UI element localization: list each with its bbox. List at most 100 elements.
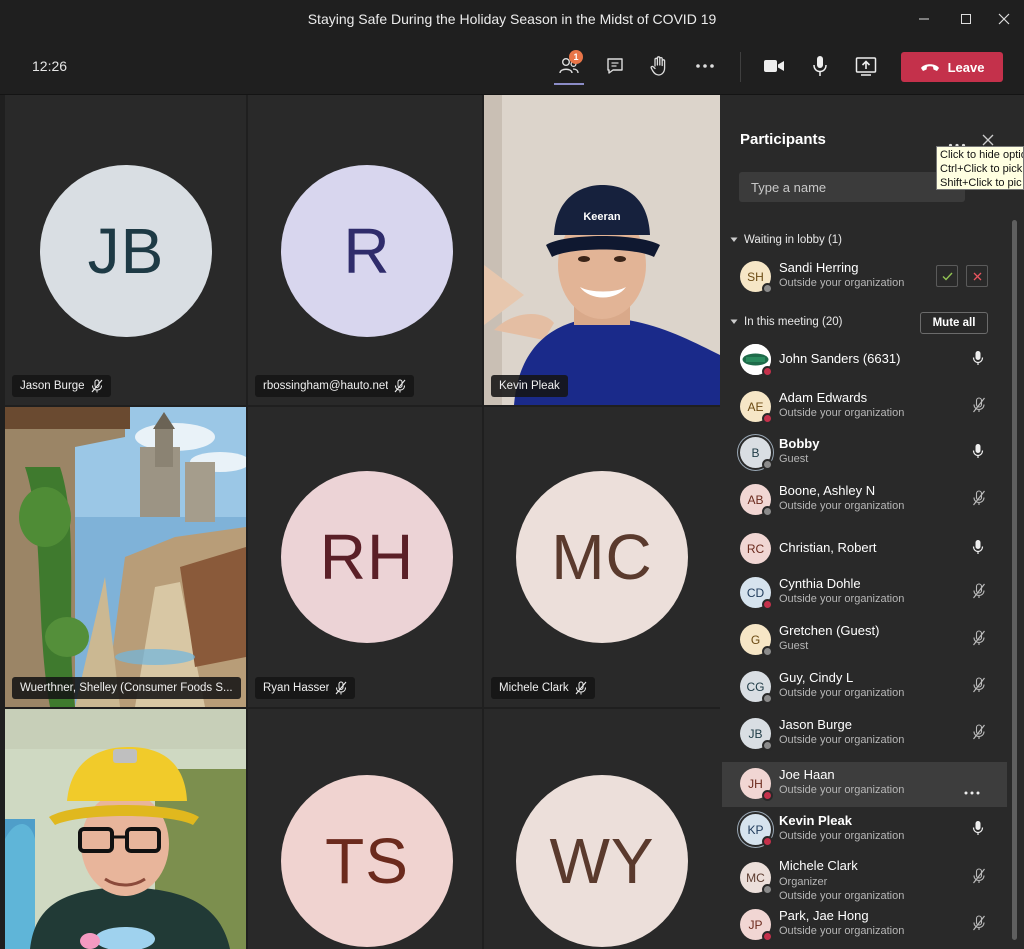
participant-mic-status [972,630,986,651]
participant-row[interactable]: AB Boone, Ashley N Outside your organizati… [722,478,1007,523]
video-tile-jason-burge[interactable]: JB Jason Burge [5,95,246,405]
tile-name-label: Jason Burge [12,375,111,397]
avatar-initials: RH [319,521,415,593]
video-tile-wy[interactable]: WY [484,709,720,949]
presence-status [762,836,773,847]
participant-subtitle: Outside your organization [779,593,905,605]
microphone-icon [813,56,827,76]
participant-name: Park, Jae Hong [779,908,869,923]
participant-row[interactable]: CD Cynthia Dohle Outside your organization [722,571,1007,616]
participant-row[interactable]: JB Jason Burge Outside your organization [722,712,1007,757]
microphone-icon [972,821,984,835]
participant-row[interactable]: CG Guy, Cindy L Outside your organization [722,665,1007,710]
minimize-button[interactable] [910,8,938,30]
participant-row[interactable]: AE Adam Edwards Outside your organization [722,385,1007,430]
tile-name-label: rbossingham@hauto.net [255,375,415,397]
microphone-icon [972,444,984,458]
window-title: Staying Safe During the Holiday Season i… [307,11,717,27]
mic-muted-icon [973,677,985,693]
participant-row[interactable]: KP Kevin Pleak Outside your organization [722,808,1007,853]
participant-row[interactable]: John Sanders (6631) [722,338,1007,383]
options-tooltip: Click to hide optio Ctrl+Click to pick S… [936,146,1024,190]
panel-scrollbar[interactable] [1012,220,1017,940]
participant-row[interactable]: JH Joe Haan Outside your organization [722,762,1007,807]
video-tile-kevin-pleak[interactable]: Keeran Kevin Pleak [484,95,720,405]
participant-avatar: JB [740,718,773,751]
share-content-button[interactable] [850,50,882,82]
participant-subtitle: Outside your organization [779,830,905,842]
participant-name: Joe Haan [779,767,835,782]
avatar-initials: MC [746,870,765,885]
participant-row[interactable]: B Bobby Guest [722,431,1007,476]
mute-all-button[interactable]: Mute all [920,312,988,334]
checkmark-icon [942,272,953,281]
meeting-section-header[interactable]: In this meeting (20) [730,316,842,328]
video-tile-rbossingham[interactable]: R rbossingham@hauto.net [248,95,482,405]
meeting-section-label: In this meeting (20) [744,316,843,328]
participant-name: Adam Edwards [779,390,868,405]
presence-status [762,884,773,895]
participant-subtitle: Outside your organization [779,925,905,937]
participant-mic-status [972,724,986,745]
participants-panel: Participants Waiting in lobby (1) SH San… [720,95,1024,949]
video-tile-hardhat-participant[interactable] [5,709,246,949]
deny-button[interactable] [966,265,988,287]
participant-mic-status [972,350,984,371]
avatar-initials: JB [748,726,763,741]
participant-name: Michele Clark [779,858,858,873]
participant-avatar: JH [740,768,773,801]
mic-muted-icon [395,379,406,393]
video-tile-ryan-hasser[interactable]: RH Ryan Hasser [248,407,482,707]
camera-button[interactable] [758,50,790,82]
participant-mic-status [972,539,984,560]
panel-title: Participants [740,131,826,148]
tile-name-label: Ryan Hasser [255,677,356,699]
mic-muted-icon [973,915,985,931]
avatar-initials: KP [747,822,764,837]
close-window-button[interactable] [990,8,1018,30]
more-actions-button[interactable] [689,50,721,82]
admit-button[interactable] [936,265,958,287]
mic-muted-icon [575,681,587,695]
avatar-initials: SH [747,269,764,284]
lobby-participant-row[interactable]: SH Sandi Herring Outside your organizati… [722,255,1007,300]
participant-row[interactable]: JP Park, Jae Hong Outside your organizatio… [722,903,1007,948]
svg-text:Keeran: Keeran [583,211,621,223]
tile-avatar: RH [281,471,453,643]
participant-mic-status [972,490,986,511]
tile-name-label: Kevin Pleak [491,375,568,397]
participant-row[interactable]: MC Michele Clark Organizer Outside your org… [722,856,1007,902]
mic-muted-icon [973,397,985,413]
video-tile-michele-clark[interactable]: MC Michele Clark [484,407,720,707]
participant-mic-status [972,443,984,464]
participant-subtitle: Guest [779,640,809,652]
participant-subtitle: Organizer [779,876,828,888]
tile-name: rbossingham@hauto.net [263,380,389,392]
participant-avatar: RC [740,533,771,564]
video-tile-wuerthner-shelley[interactable]: Wuerthner, Shelley (Consumer Foods S... [5,407,246,707]
tile-avatar: MC [516,471,688,643]
leave-button[interactable]: Leave [901,52,1003,82]
close-icon [998,13,1010,25]
avatar-initials: AE [747,399,764,414]
participant-name: Kevin Pleak [779,813,852,828]
lobby-section-header[interactable]: Waiting in lobby (1) [730,234,842,246]
participant-row[interactable]: G Gretchen (Guest) Guest [722,618,1007,663]
avatar-initials: CD [746,585,765,600]
participant-row[interactable]: RC Christian, Robert [722,527,1007,572]
microphone-button[interactable] [804,50,836,82]
avatar-initials: JP [748,917,763,932]
show-participants-button[interactable]: 1 [553,50,585,82]
presence-status [762,740,773,751]
show-conversation-button[interactable] [599,50,631,82]
hand-icon [650,56,666,76]
maximize-button[interactable] [952,8,980,30]
raise-hand-button[interactable] [643,50,675,82]
participant-search-input[interactable] [739,172,965,202]
close-icon [982,134,994,146]
participant-name: Jason Burge [779,717,852,732]
participant-more-options-button[interactable] [964,782,980,800]
participant-avatar: AB [740,484,773,517]
presence-status [762,931,773,942]
video-tile-ts[interactable]: TS [248,709,482,949]
